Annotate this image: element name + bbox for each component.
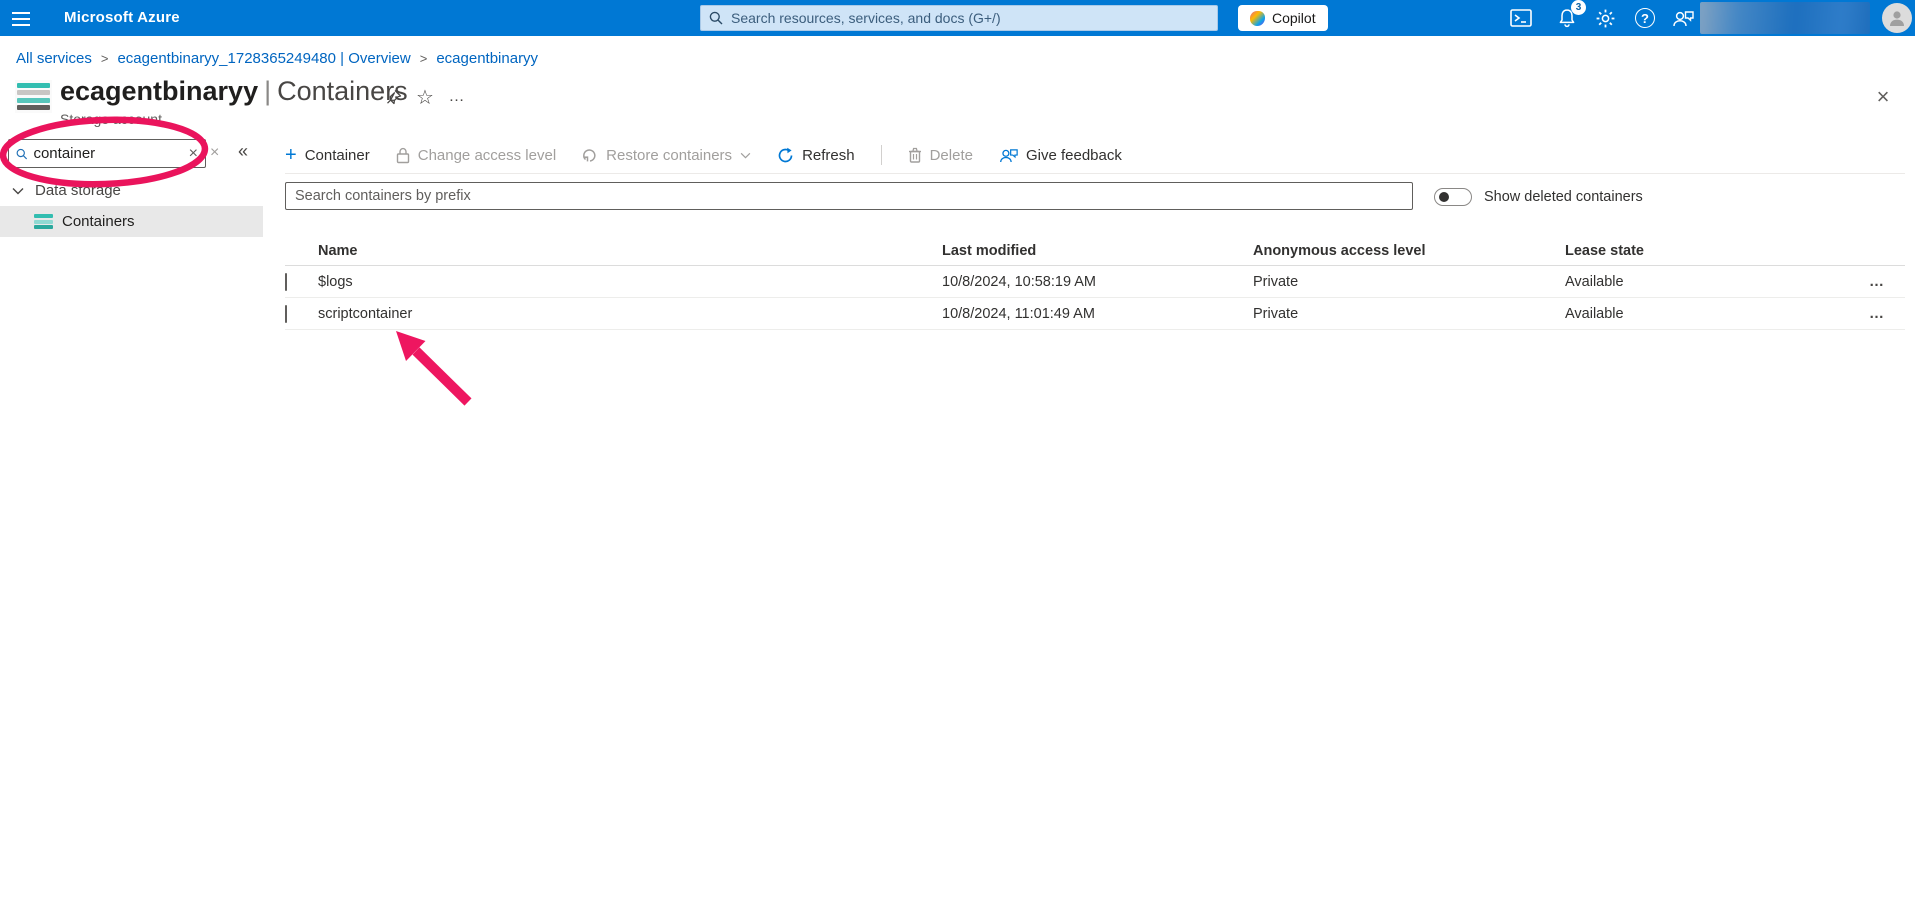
cloud-shell-icon[interactable] <box>1506 5 1536 31</box>
chevron-down-icon <box>12 187 24 194</box>
table-row-logs[interactable]: $logs 10/8/2024, 10:58:19 AM Private Ava… <box>285 266 1905 298</box>
sidebar-item-label: Containers <box>62 213 135 230</box>
row-checkbox[interactable] <box>285 272 287 291</box>
feedback-icon[interactable] <box>1668 5 1698 31</box>
copilot-button[interactable]: Copilot <box>1238 5 1328 31</box>
container-prefix-input[interactable] <box>295 188 1403 204</box>
search-clear-icon[interactable]: × <box>189 145 198 162</box>
delete-button[interactable]: Delete <box>908 147 973 164</box>
settings-gear-icon[interactable] <box>1590 5 1620 31</box>
add-container-button[interactable]: + Container <box>285 145 370 165</box>
breadcrumb-separator: > <box>419 51 428 66</box>
cell-last-modified: 10/8/2024, 10:58:19 AM <box>942 273 1096 290</box>
chevron-down-icon <box>740 152 751 159</box>
sidebar-section-data-storage[interactable]: Data storage <box>12 182 121 199</box>
toolbar-separator <box>880 145 882 165</box>
global-search-input[interactable] <box>700 5 1218 31</box>
copilot-label: Copilot <box>1272 10 1316 26</box>
cell-last-modified: 10/8/2024, 11:01:49 AM <box>942 305 1095 322</box>
global-search-field[interactable] <box>731 10 1209 26</box>
more-options-icon[interactable]: … <box>444 84 470 110</box>
table-header-row: Name Last modified Anonymous access leve… <box>285 236 1905 266</box>
favorite-star-icon[interactable]: ☆ <box>412 84 438 110</box>
resource-type-label: Storage account <box>60 111 162 127</box>
give-feedback-button[interactable]: Give feedback <box>999 147 1122 164</box>
show-deleted-toggle[interactable] <box>1434 188 1472 206</box>
container-name-link[interactable]: scriptcontainer <box>318 306 942 322</box>
account-avatar[interactable] <box>1882 3 1912 33</box>
annotation-overlay <box>0 116 472 406</box>
copilot-icon <box>1250 10 1265 26</box>
undo-icon <box>583 149 596 162</box>
cell-lease-state: Available <box>1565 305 1624 322</box>
breadcrumb: All services > ecagentbinaryy_1728365249… <box>16 50 538 67</box>
trash-icon <box>908 147 921 163</box>
command-bar: + Container Change access level Restore … <box>285 139 1122 171</box>
sidebar-item-containers[interactable]: Containers <box>0 206 263 237</box>
top-bar: Microsoft Azure Copilot 3 <box>0 0 1915 36</box>
hamburger-menu-icon[interactable] <box>12 8 34 28</box>
title-divider: | <box>264 76 272 106</box>
breadcrumb-separator: > <box>100 51 109 66</box>
row-context-menu-icon[interactable]: … <box>1850 305 1905 322</box>
search-icon <box>709 11 723 25</box>
container-name-link[interactable]: $logs <box>318 274 942 290</box>
sidebar-search-box[interactable]: × <box>8 139 206 168</box>
sidebar-clear-filter-icon[interactable]: × <box>210 144 219 162</box>
container-prefix-search[interactable] <box>285 182 1413 210</box>
column-header-name[interactable]: Name <box>318 243 942 259</box>
breadcrumb-current[interactable]: ecagentbinaryy <box>436 50 538 67</box>
breadcrumb-resource-overview[interactable]: ecagentbinaryy_1728365249480 | Overview <box>117 50 410 67</box>
row-checkbox[interactable] <box>285 304 287 323</box>
azure-portal-page: Microsoft Azure Copilot 3 <box>0 0 1915 911</box>
notification-count-badge: 3 <box>1571 0 1586 15</box>
column-header-last-modified[interactable]: Last modified <box>942 243 1253 259</box>
table-row-scriptcontainer[interactable]: scriptcontainer 10/8/2024, 11:01:49 AM P… <box>285 298 1905 330</box>
refresh-icon <box>778 147 793 162</box>
page-title: ecagentbinaryy | Containers <box>60 76 408 107</box>
change-access-level-button[interactable]: Change access level <box>396 147 556 164</box>
help-question-glyph: ? <box>1635 8 1655 28</box>
sidebar-collapse-icon[interactable]: « <box>238 141 248 162</box>
sidebar-section-label: Data storage <box>35 182 121 199</box>
toolbar-divider <box>285 173 1905 174</box>
close-blade-icon[interactable]: × <box>1868 82 1898 112</box>
row-context-menu-icon[interactable]: … <box>1850 273 1905 290</box>
containers-icon <box>34 214 53 229</box>
annotation-arrow-scriptcontainer <box>396 331 472 406</box>
cell-access-level: Private <box>1253 305 1299 322</box>
feedback-person-icon <box>1000 148 1018 162</box>
column-header-access[interactable]: Anonymous access level <box>1253 243 1565 259</box>
plus-icon: + <box>285 144 297 166</box>
cell-lease-state: Available <box>1565 273 1624 290</box>
restore-containers-button[interactable]: Restore containers <box>582 147 751 164</box>
notifications-bell-icon[interactable]: 3 <box>1552 0 1586 31</box>
search-icon <box>16 148 28 159</box>
show-deleted-label: Show deleted containers <box>1484 189 1643 205</box>
resource-name: ecagentbinaryy <box>60 76 259 106</box>
column-header-lease[interactable]: Lease state <box>1565 243 1850 259</box>
sidebar-search-input[interactable] <box>33 145 183 162</box>
account-info-redacted <box>1700 2 1870 34</box>
help-icon[interactable]: ? <box>1630 5 1660 31</box>
cell-access-level: Private <box>1253 273 1299 290</box>
product-title: Microsoft Azure <box>64 9 180 26</box>
storage-account-icon <box>15 80 52 113</box>
lock-icon <box>396 147 409 163</box>
refresh-button[interactable]: Refresh <box>777 147 855 164</box>
pin-icon[interactable] <box>380 84 406 110</box>
breadcrumb-all-services[interactable]: All services <box>16 50 92 67</box>
containers-table: Name Last modified Anonymous access leve… <box>285 236 1905 330</box>
